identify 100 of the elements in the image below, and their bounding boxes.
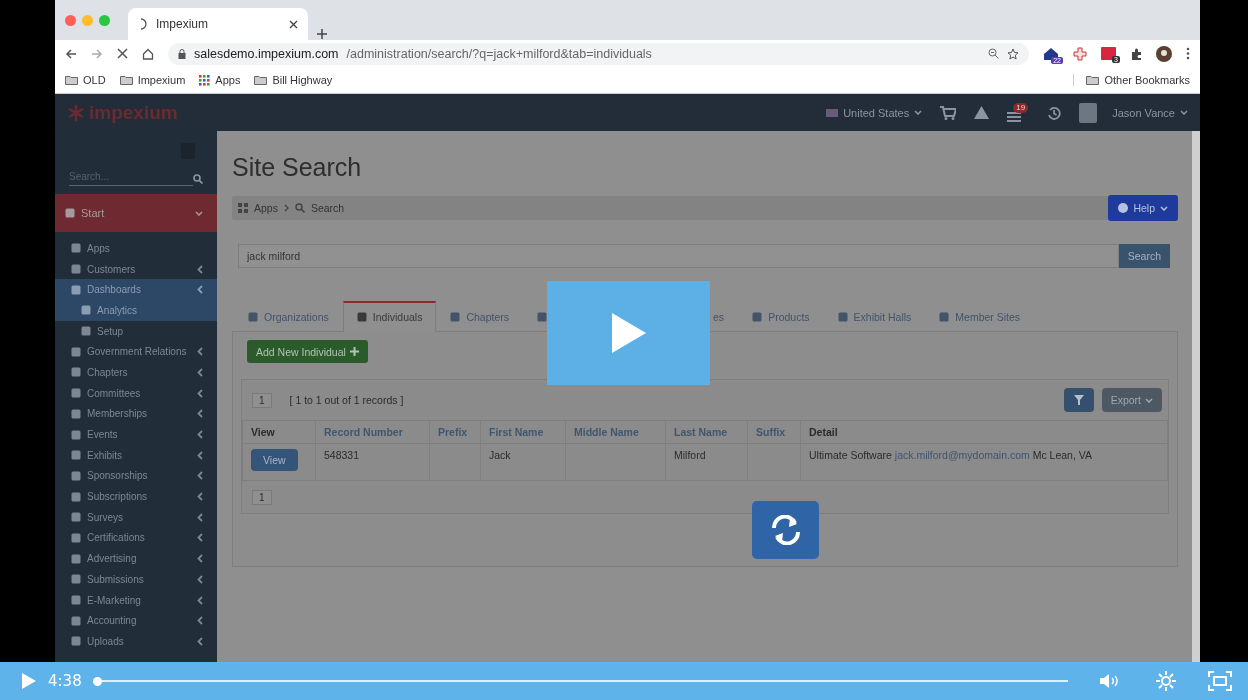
more-options-icon[interactable] (1186, 47, 1190, 60)
sidebar-section[interactable]: Start (55, 194, 217, 232)
bookmark[interactable]: Impexium (119, 74, 186, 86)
column-header[interactable]: First Name (480, 420, 566, 444)
help-button[interactable]: Help (1108, 195, 1178, 221)
menu-item-icon (71, 615, 81, 626)
bookmark[interactable]: Bill Highway (254, 74, 333, 86)
caret-icon (914, 110, 923, 115)
bookmark[interactable]: Other Bookmarks (1073, 74, 1190, 86)
filter-button[interactable] (1063, 388, 1094, 412)
menu-item-icon (71, 470, 81, 481)
tab[interactable]: es (710, 301, 739, 332)
menu-item-icon (71, 243, 81, 254)
column-header[interactable]: Middle Name (565, 420, 666, 444)
menu-item-icon (71, 367, 81, 378)
detail-text: Ultimate Software jack.milford@mydomain.com Mc Lean, VA (809, 449, 1092, 461)
address-bar[interactable]: salesdemo.impexium.com /administration/search/?q=jack+milford&tab=individuals (168, 42, 1029, 65)
sidebar-item[interactable]: Events (55, 424, 217, 445)
user-menu[interactable]: Jason Vance (1079, 102, 1188, 123)
tab[interactable]: Exhibit Halls (823, 301, 926, 332)
sidebar-item[interactable]: Certifications (55, 527, 217, 549)
tab[interactable]: Products (738, 301, 824, 332)
breadcrumb-link[interactable]: Apps (254, 202, 278, 214)
sidebar-item[interactable]: Sponsorships (55, 465, 217, 487)
elapsed-time: 4:38 (48, 672, 82, 690)
chevron-right-icon (283, 204, 289, 212)
sidebar-item[interactable]: E-Marketing (55, 589, 217, 611)
profile-avatar-icon[interactable] (1156, 45, 1172, 62)
sidebar-item[interactable]: Advertising (55, 548, 217, 569)
scrollbar[interactable] (1192, 131, 1200, 662)
bookmark[interactable]: Apps (199, 74, 241, 86)
cart-icon[interactable] (940, 105, 957, 120)
column-header[interactable]: Suffix (747, 420, 801, 444)
table-cell: 548331 (315, 443, 430, 481)
history-icon[interactable] (1047, 105, 1062, 120)
menu-item-icon (71, 636, 81, 647)
folder-icon (1086, 75, 1100, 85)
sidebar-item[interactable]: Exhibits (55, 444, 217, 466)
sidebar-item[interactable]: Subscriptions (55, 486, 217, 507)
play-icon[interactable] (22, 673, 36, 689)
page-number[interactable]: 1 (252, 392, 272, 408)
progress-thumb[interactable] (93, 676, 103, 686)
sidebar-item[interactable]: Government Relations (55, 341, 217, 363)
sidebar-item[interactable]: Uploads (55, 631, 217, 652)
warning-icon[interactable] (974, 106, 990, 119)
caret-icon (1160, 205, 1168, 211)
bookmark[interactable]: OLD (65, 74, 106, 86)
browser-tab[interactable]: Impexium (128, 8, 308, 40)
volume-icon[interactable] (1100, 673, 1120, 689)
search-button[interactable]: Search (1118, 244, 1170, 268)
page-number[interactable]: 1 (252, 490, 272, 505)
tab[interactable]: Chapters (436, 301, 524, 332)
column-header[interactable]: Prefix (429, 420, 481, 444)
zoom-out-icon[interactable] (988, 48, 999, 59)
column-header[interactable]: Record Number (315, 420, 430, 444)
sidebar-item[interactable]: Apps (55, 238, 217, 259)
folder-icon (254, 75, 268, 85)
breadcrumb-item: Search (310, 202, 345, 214)
settings-icon[interactable] (1156, 671, 1176, 691)
sidebar-item[interactable]: Committees (55, 382, 217, 404)
sidebar-item[interactable]: Accounting (55, 610, 217, 632)
caret-icon (1180, 110, 1188, 115)
tab-icon[interactable] (537, 311, 548, 322)
email-link[interactable]: jack.milford@mydomain.com (894, 449, 1030, 461)
menu-item-icon (71, 574, 81, 585)
star-icon[interactable] (1007, 47, 1019, 60)
sidebar-item[interactable]: Dashboards (55, 279, 217, 301)
tab-icon (356, 312, 367, 322)
stop-icon[interactable] (117, 48, 128, 59)
filter-icon (1073, 395, 1084, 405)
close-icon[interactable] (289, 19, 298, 29)
big-play-button[interactable] (547, 281, 710, 385)
new-tab-icon[interactable] (316, 28, 328, 40)
forward-icon[interactable] (91, 47, 103, 60)
sidebar-item[interactable]: Analytics (55, 300, 217, 321)
back-icon[interactable] (65, 47, 77, 60)
export-button[interactable]: Export (1101, 388, 1162, 412)
country-selector[interactable]: United States (826, 106, 923, 119)
sidebar-item[interactable]: Customers (55, 258, 217, 280)
menu-item-icon (71, 408, 81, 419)
add-individual-button[interactable]: Add New Individual (247, 340, 368, 363)
menu-item-icon (71, 491, 81, 502)
menu-item-icon (71, 595, 81, 606)
extension-icon[interactable] (1073, 46, 1087, 61)
search-field[interactable]: jack milford (238, 244, 1119, 268)
sidebar-item[interactable]: Setup (55, 320, 217, 342)
fullscreen-icon[interactable] (1208, 671, 1232, 691)
puzzle-icon[interactable] (1130, 47, 1142, 60)
tab[interactable]: Organizations (234, 301, 343, 332)
home-icon[interactable] (142, 47, 154, 60)
sidebar-item[interactable]: Surveys (55, 506, 217, 528)
window-control-icon[interactable] (65, 14, 76, 26)
sidebar-item[interactable]: Submissions (55, 569, 217, 590)
sidebar-item[interactable]: Memberships (55, 403, 217, 425)
tasks-button[interactable]: 19 (1007, 102, 1030, 123)
view-button[interactable]: View (251, 449, 298, 471)
tab[interactable]: Member Sites (925, 301, 1035, 332)
column-header[interactable]: Last Name (665, 420, 748, 444)
loading-spinner-icon (138, 18, 148, 30)
sidebar-item[interactable]: Chapters (55, 362, 217, 383)
